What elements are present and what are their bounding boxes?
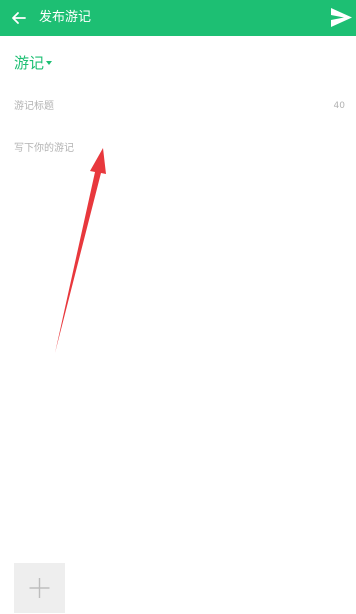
- title-field-row: 40: [14, 96, 346, 116]
- plus-icon: [29, 578, 50, 598]
- post-type-dropdown[interactable]: 游记: [14, 52, 53, 74]
- add-image-button[interactable]: [14, 563, 65, 613]
- send-icon: [331, 8, 352, 27]
- page-title: 发布游记: [39, 10, 92, 25]
- caret-down-icon: [46, 60, 53, 65]
- post-type-label: 游记: [14, 54, 45, 72]
- back-button[interactable]: [6, 5, 32, 31]
- arrow-left-icon: [12, 12, 26, 24]
- content-textarea[interactable]: [14, 140, 344, 540]
- title-char-limit: 40: [333, 101, 345, 111]
- send-button[interactable]: [328, 5, 354, 31]
- title-input[interactable]: [14, 96, 314, 116]
- top-app-bar: 发布游记: [0, 0, 356, 36]
